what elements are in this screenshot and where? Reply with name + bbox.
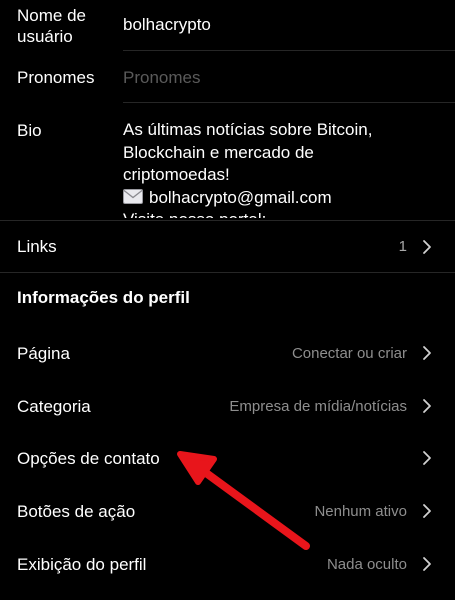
category-row[interactable]: Categoria Empresa de mídia/notícias <box>0 380 455 432</box>
username-row[interactable]: Nome de usuário bolhacrypto <box>0 0 455 50</box>
links-count: 1 <box>398 238 407 255</box>
divider <box>0 272 455 273</box>
profile-display-value: Nada oculto <box>326 556 407 573</box>
action-buttons-label: Botões de ação <box>17 502 136 521</box>
category-label: Categoria <box>17 397 91 416</box>
action-buttons-row[interactable]: Botões de ação Nenhum ativo <box>0 485 455 537</box>
page-value: Conectar ou criar <box>291 345 407 362</box>
chevron-right-icon <box>423 346 431 360</box>
contact-options-row[interactable]: Opções de contato <box>0 432 455 484</box>
pronouns-label: Pronomes <box>17 68 95 87</box>
contact-options-label: Opções de contato <box>17 449 160 468</box>
username-label: Nome de usuário <box>17 5 86 47</box>
bio-email-line: bolhacrypto@gmail.com <box>123 187 443 210</box>
category-value: Empresa de mídia/notícias <box>229 398 407 415</box>
links-label: Links <box>17 237 57 256</box>
chevron-right-icon <box>423 240 431 254</box>
bio-line: criptomoedas! <box>123 165 230 184</box>
profile-display-row[interactable]: Exibição do perfil Nada oculto <box>0 537 455 589</box>
chevron-right-icon <box>423 399 431 413</box>
envelope-icon <box>123 188 143 204</box>
chevron-right-icon <box>423 504 431 518</box>
bio-email: bolhacrypto@gmail.com <box>149 187 332 207</box>
bio-line: Blockchain e mercado de <box>123 142 314 162</box>
bio-field[interactable]: As últimas notícias sobre Bitcoin, Block… <box>123 119 443 218</box>
section-title: Informações do perfil <box>17 288 190 307</box>
pronouns-field[interactable]: Pronomes <box>123 68 200 88</box>
bio-line: As últimas notícias sobre Bitcoin, <box>123 120 373 139</box>
links-row[interactable]: Links 1 <box>0 221 455 271</box>
edit-profile-screen: Nome de usuário bolhacrypto Pronomes Pro… <box>0 0 455 600</box>
profile-display-label: Exibição do perfil <box>17 555 147 574</box>
chevron-right-icon <box>423 557 431 571</box>
username-label-line2: usuário <box>17 27 73 46</box>
page-label: Página <box>17 344 70 363</box>
chevron-right-icon <box>423 451 431 465</box>
pronouns-row[interactable]: Pronomes Pronomes <box>0 51 455 101</box>
username-field[interactable]: bolhacrypto <box>123 15 211 35</box>
divider <box>123 102 455 103</box>
username-label-line1: Nome de <box>17 6 86 25</box>
bio-line: Visite nosso portal: <box>123 209 443 218</box>
bio-label: Bio <box>17 121 42 140</box>
action-buttons-value: Nenhum ativo <box>314 503 407 520</box>
page-row[interactable]: Página Conectar ou criar <box>0 327 455 379</box>
